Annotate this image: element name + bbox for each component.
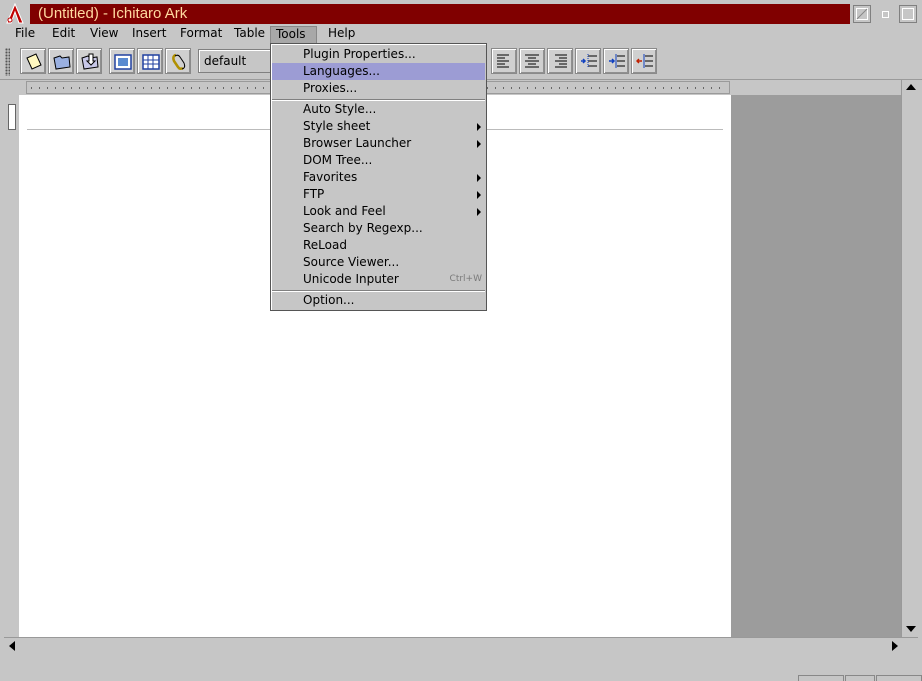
menu-item-option[interactable]: Option... [272,292,485,309]
menu-item-dom-tree[interactable]: DOM Tree... [272,152,485,169]
toolbar-grip[interactable] [5,48,10,76]
bulleted-list-button[interactable] [575,48,601,74]
chain-link-icon [172,53,186,71]
tools-dropdown-menu: Plugin Properties... Languages... Proxie… [270,43,487,311]
increase-indent-icon [609,54,625,68]
menu-edit[interactable]: Edit [47,26,80,44]
align-left-button[interactable] [491,48,517,74]
restore-button[interactable] [876,5,894,23]
increase-indent-button[interactable] [603,48,629,74]
save-button[interactable] [76,48,102,74]
document-background [731,95,901,637]
close-button[interactable] [899,5,917,23]
menu-format[interactable]: Format [175,26,227,44]
title-strip: (Untitled) - Ichitaro Ark [30,4,850,24]
align-center-button[interactable] [519,48,545,74]
submenu-arrow-icon [477,208,481,216]
align-right-button[interactable] [547,48,573,74]
image-icon [114,54,132,70]
window-square-icon [902,8,914,20]
document-left-margin [4,95,19,637]
menu-item-reload[interactable]: ReLoad [272,237,485,254]
open-folder-button[interactable] [48,48,74,74]
style-select[interactable]: default [198,49,278,73]
submenu-arrow-icon [477,140,481,148]
scroll-down-icon[interactable] [906,626,916,632]
submenu-arrow-icon [477,191,481,199]
menu-help[interactable]: Help [323,26,360,44]
decrease-indent-icon [636,54,653,68]
menu-item-unicode-inputer[interactable]: Unicode Inputer Ctrl+W [272,271,485,288]
resize-icon [856,8,868,20]
menu-item-auto-style[interactable]: Auto Style... [272,101,485,118]
menu-item-favorites[interactable]: Favorites [272,169,485,186]
title-bar: (Untitled) - Ichitaro Ark [0,0,922,26]
menu-item-source-viewer[interactable]: Source Viewer... [272,254,485,271]
scroll-right-icon[interactable] [892,641,898,651]
insert-link-button[interactable] [165,48,191,74]
new-page-icon [26,53,42,70]
menu-item-proxies[interactable]: Proxies... [272,80,485,97]
insert-image-button[interactable] [109,48,135,74]
save-icon [81,53,99,70]
bulleted-list-icon [581,54,597,68]
table-icon [142,54,160,70]
restore-icon [882,11,889,18]
menu-item-languages[interactable]: Languages... [272,63,485,80]
menu-item-style-sheet[interactable]: Style sheet [272,118,485,135]
align-left-icon [497,54,509,68]
menu-table[interactable]: Table [229,26,270,44]
align-right-icon [555,54,567,68]
scroll-left-icon[interactable] [9,641,15,651]
align-center-icon [525,54,539,68]
menu-bar: File Edit View Insert Format Table Tools… [0,26,922,44]
ichitaro-app-icon[interactable] [4,3,26,25]
menu-tools[interactable]: Tools [270,26,317,44]
submenu-arrow-icon [477,174,481,182]
style-select-value: default [204,54,247,68]
text-cursor-marker [8,104,16,130]
horizontal-scrollbar[interactable] [4,637,918,654]
scroll-up-icon[interactable] [906,84,916,90]
status-bar [0,655,922,681]
menu-item-plugin-properties[interactable]: Plugin Properties... [272,46,485,63]
vertical-scrollbar[interactable] [901,80,918,637]
status-cell [876,675,922,681]
status-cell [845,675,875,681]
menu-insert[interactable]: Insert [127,26,171,44]
menu-item-browser-launcher[interactable]: Browser Launcher [272,135,485,152]
submenu-arrow-icon [477,123,481,131]
menu-item-ftp[interactable]: FTP [272,186,485,203]
insert-table-button[interactable] [137,48,163,74]
decrease-indent-button[interactable] [631,48,657,74]
menu-file[interactable]: File [10,26,40,44]
status-cell [798,675,844,681]
maximize-toggle-button[interactable] [853,5,871,23]
menu-item-search-by-regexp[interactable]: Search by Regexp... [272,220,485,237]
new-document-button[interactable] [20,48,46,74]
window-title: (Untitled) - Ichitaro Ark [38,5,188,22]
menu-item-look-and-feel[interactable]: Look and Feel [272,203,485,220]
shortcut-label: Ctrl+W [449,274,482,284]
folder-icon [53,55,71,70]
menu-view[interactable]: View [85,26,123,44]
